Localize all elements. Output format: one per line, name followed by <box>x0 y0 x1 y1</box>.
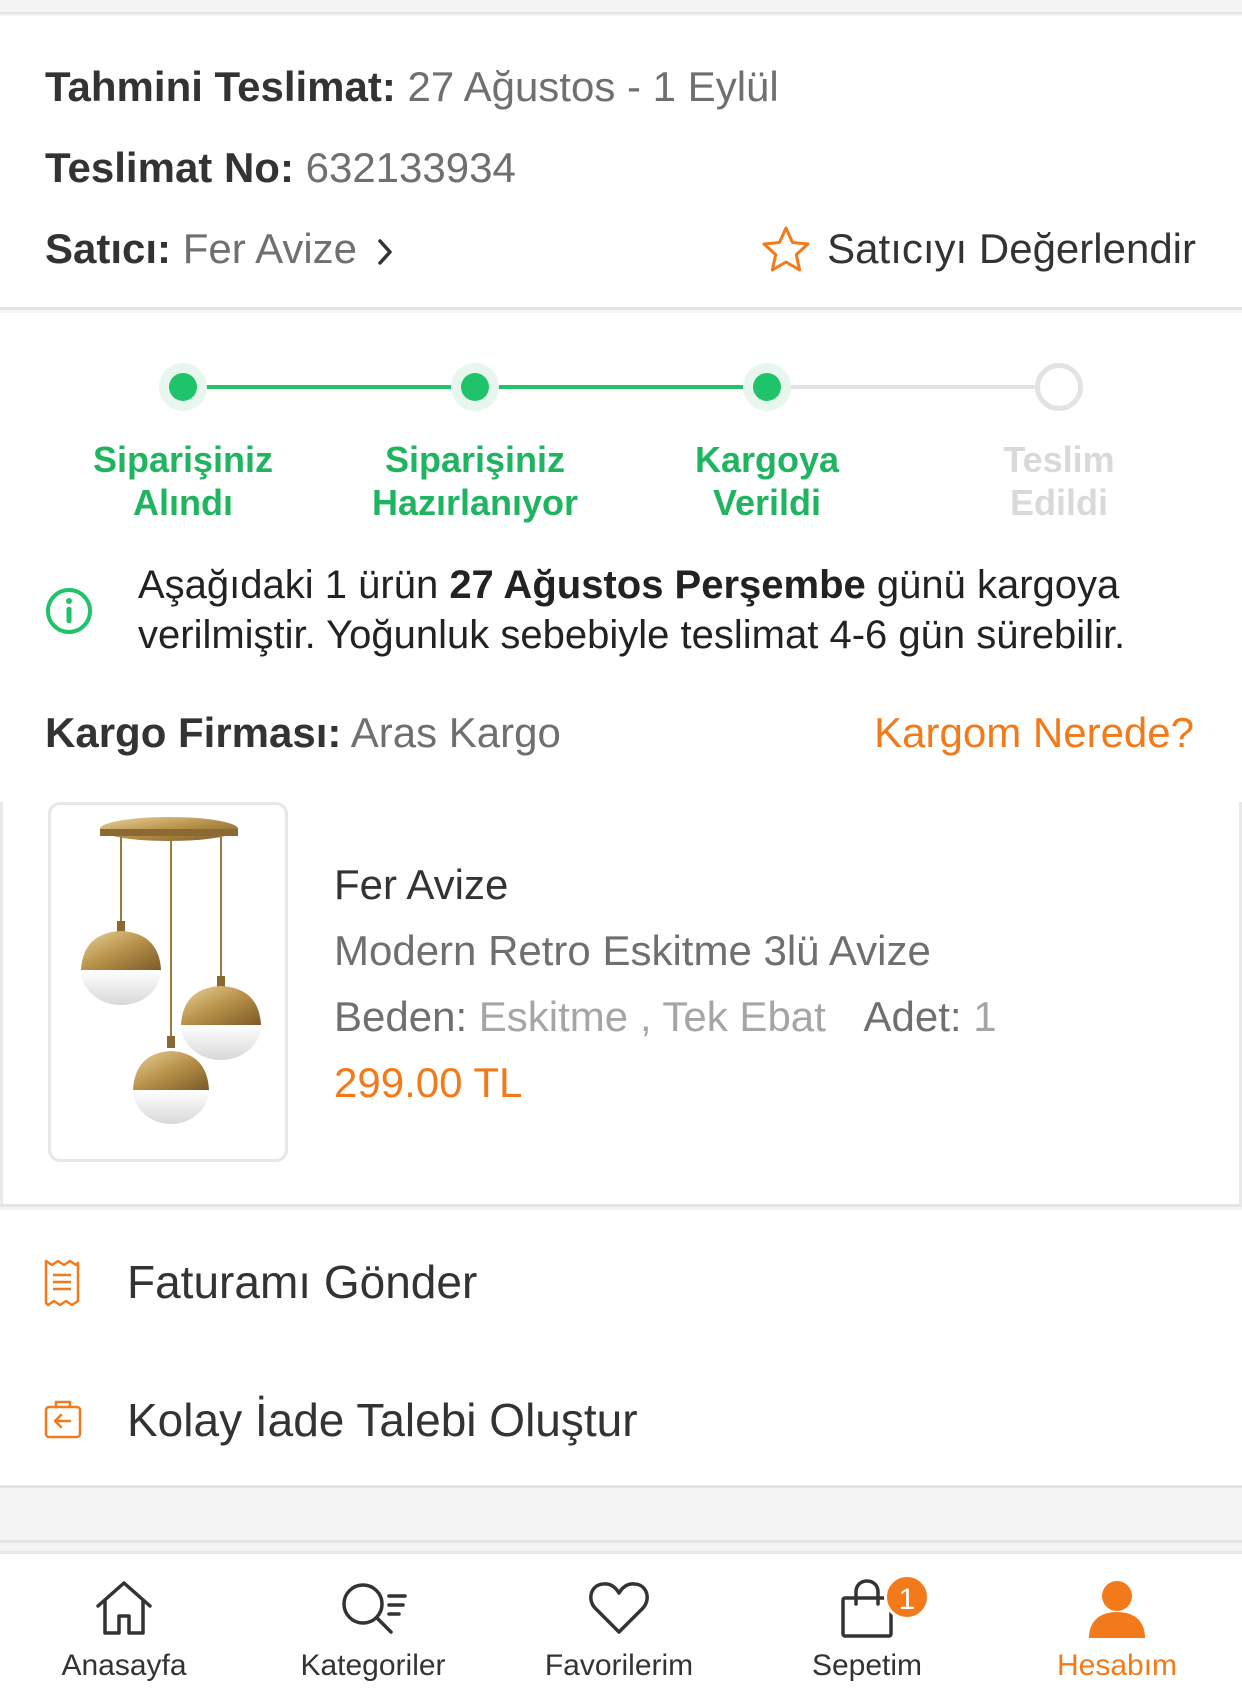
step-label-delivered: Teslim Edildi <box>1003 439 1115 523</box>
delivery-number-value: 632133934 <box>305 144 516 191</box>
section-divider <box>0 1540 1242 1543</box>
order-actions: Faturamı Gönder Kolay İade Talebi Oluştu… <box>0 1210 1242 1488</box>
product-image[interactable] <box>48 802 288 1162</box>
info-icon <box>46 588 92 634</box>
nav-favorites-label: Favorilerim <box>544 1649 694 1682</box>
estimated-delivery-value: 27 Ağustos - 1 Eylül <box>407 63 779 110</box>
nav-home[interactable]: Anasayfa <box>9 1554 239 1699</box>
cargo-company-value: Aras Kargo <box>350 709 561 756</box>
nav-home-label: Anasayfa <box>61 1649 187 1682</box>
where-is-my-cargo-link[interactable]: Kargom Nerede? <box>874 708 1194 758</box>
step-label-shipped: Kargoya Verildi <box>694 439 840 523</box>
step-dot-preparing <box>451 363 499 411</box>
size-label: Beden: <box>334 993 468 1040</box>
heart-icon <box>589 1582 649 1634</box>
nav-account[interactable]: Hesabım <box>1002 1554 1232 1699</box>
category-search-icon <box>342 1583 407 1634</box>
step-dot-received <box>159 363 207 411</box>
step-dot-shipped <box>743 363 791 411</box>
bottom-navigation: Anasayfa Kategoriler Favorilerim 1 Sepet… <box>0 1551 1242 1699</box>
nav-cart-label: Sepetim <box>811 1649 923 1682</box>
nav-favorites[interactable]: Favorilerim <box>504 1554 734 1699</box>
return-box-icon <box>44 1400 82 1439</box>
rate-seller-label: Satıcıyı Değerlendir <box>827 225 1196 272</box>
quantity-value: 1 <box>973 993 997 1040</box>
size-value: Eskitme , Tek Ebat <box>478 993 826 1040</box>
shipping-notice: Aşağıdaki 1 ürün 27 Ağustos Perşembe gün… <box>138 563 1126 657</box>
delivery-number-label: Teslimat No: <box>45 144 294 191</box>
nav-cart[interactable]: 1 Sepetim <box>752 1554 982 1699</box>
seller-name[interactable]: Fer Avize <box>183 225 357 272</box>
cargo-company-label: Kargo Firması: <box>45 709 342 756</box>
chandelier-image <box>81 817 261 1124</box>
seller-label: Satıcı: <box>45 225 172 272</box>
quantity-label: Adet: <box>863 993 962 1040</box>
nav-account-label: Hesabım <box>1056 1649 1178 1682</box>
cargo-company: Kargo Firması: Aras Kargo <box>45 708 561 758</box>
rate-seller-button[interactable]: Satıcıyı Değerlendir <box>761 224 1196 274</box>
chevron-right-icon <box>377 239 392 265</box>
step-dot-delivered <box>1035 363 1083 411</box>
receipt-icon <box>44 1259 80 1307</box>
user-icon <box>1089 1581 1145 1638</box>
product-brand: Fer Avize <box>334 861 509 908</box>
delivery-info-card: Tahmini Teslimat: 27 Ağustos - 1 Eylül T… <box>0 16 1242 310</box>
product-price: 299.00 TL <box>334 1059 523 1106</box>
easy-return-button[interactable]: Kolay İade Talebi Oluştur <box>0 1360 1242 1480</box>
cart-count-badge: 1 <box>884 1574 930 1620</box>
estimated-delivery: Tahmini Teslimat: 27 Ağustos - 1 Eylül <box>45 62 779 112</box>
star-icon <box>762 226 810 272</box>
send-invoice-label: Faturamı Gönder <box>127 1256 478 1308</box>
product-name: Modern Retro Eskitme 3lü Avize <box>334 927 931 974</box>
progress-line-pending <box>767 385 1059 389</box>
estimated-delivery-label: Tahmini Teslimat: <box>45 63 396 110</box>
top-strip <box>0 0 1242 14</box>
home-icon <box>96 1581 152 1635</box>
seller-link[interactable]: Satıcı: Fer Avize <box>45 224 393 274</box>
product-variant: Beden: Eskitme , Tek Ebat Adet: 1 <box>334 992 997 1042</box>
step-label-preparing: Siparişiniz Hazırlanıyor <box>371 439 579 523</box>
easy-return-label: Kolay İade Talebi Oluştur <box>127 1394 638 1446</box>
product-card[interactable]: Fer Avize Modern Retro Eskitme 3lü Avize… <box>0 802 1242 1207</box>
nav-categories[interactable]: Kategoriler <box>258 1554 488 1699</box>
nav-categories-label: Kategoriler <box>300 1649 446 1682</box>
send-invoice-button[interactable]: Faturamı Gönder <box>0 1222 1242 1342</box>
delivery-number: Teslimat No: 632133934 <box>45 143 516 193</box>
step-label-received: Siparişiniz Alındı <box>92 439 274 523</box>
